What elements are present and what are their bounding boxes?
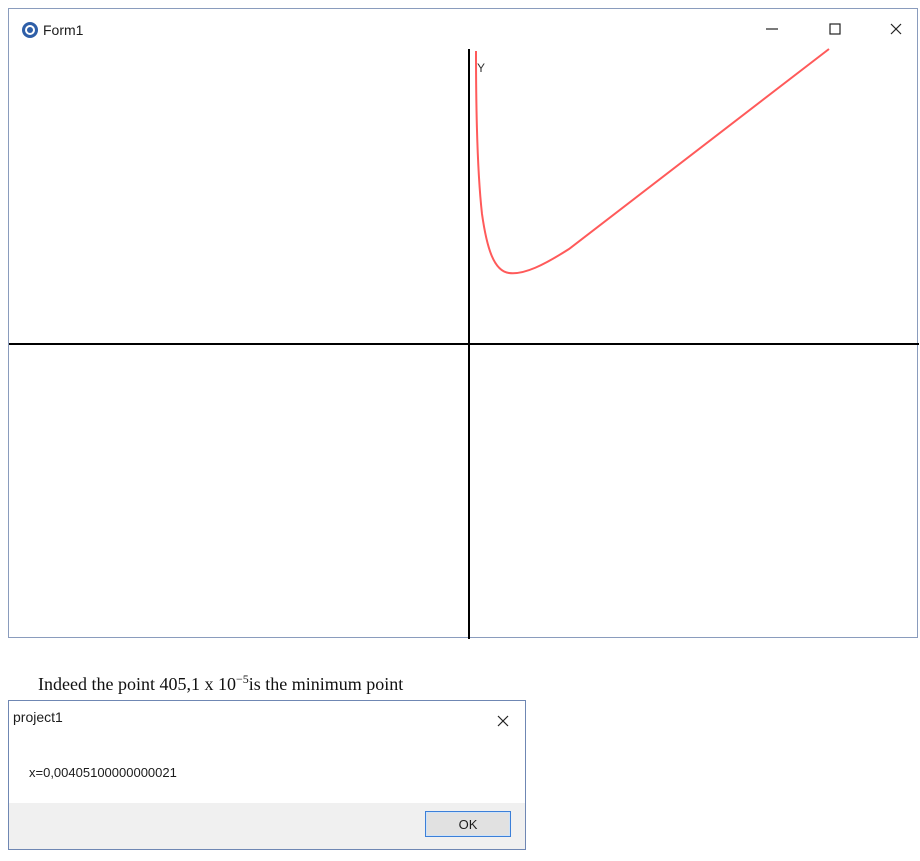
form1-window: Form1 Y (8, 8, 919, 639)
caption-after: is the minimum point (248, 674, 404, 694)
app-icon (22, 22, 38, 38)
dialog-footer: OK (9, 803, 525, 849)
minimize-icon[interactable] (761, 18, 783, 40)
title-bar[interactable]: Form1 (9, 9, 917, 49)
maximize-icon[interactable] (824, 18, 846, 40)
dialog-title: project1 (13, 709, 63, 725)
window-title: Form1 (43, 22, 84, 38)
caption-before: Indeed the point 405,1 x 10 (38, 674, 236, 694)
plot-canvas (9, 48, 919, 639)
function-curve (475, 48, 830, 275)
dialog-message: x=0,00405100000000021 (29, 765, 177, 780)
caption-exponent: −5 (235, 672, 249, 686)
message-dialog: project1 x=0,00405100000000021 OK (8, 700, 526, 850)
close-icon[interactable] (492, 710, 514, 732)
y-axis-label: Y (477, 61, 486, 75)
ok-button[interactable]: OK (425, 811, 511, 837)
close-icon[interactable] (885, 18, 907, 40)
caption-text: Indeed the point 405,1 x 10−5is the mini… (38, 672, 403, 695)
